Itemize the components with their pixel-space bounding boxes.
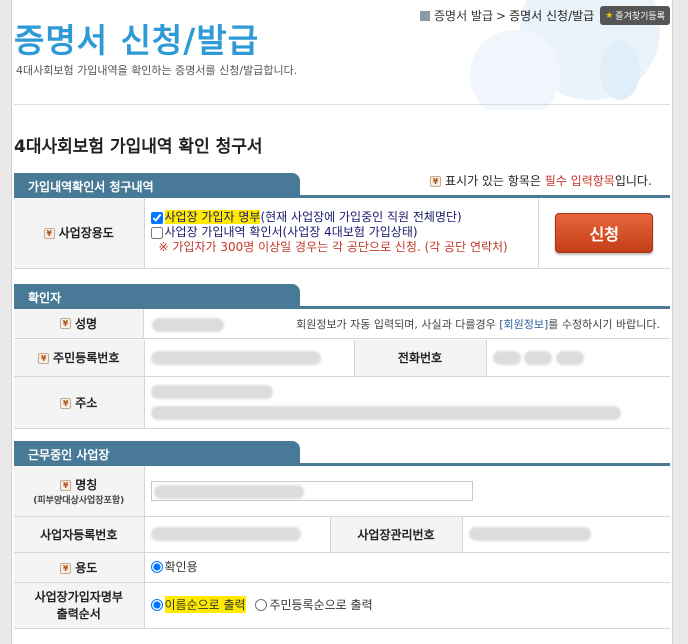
order-option-name[interactable]: 이름순으로 출력 bbox=[150, 596, 246, 614]
order-option1-label: 이름순으로 출력 bbox=[164, 596, 246, 614]
usage-option-confirm[interactable]: 확인용 bbox=[150, 558, 198, 575]
section-header-request: 가입내역확인서 청구내역 bbox=[14, 173, 300, 197]
order-rrn-radio[interactable] bbox=[255, 598, 268, 611]
star-icon: ★ bbox=[605, 10, 614, 21]
favorite-button[interactable]: ★ 즐겨찾기등록 bbox=[600, 6, 670, 25]
favorite-label: 즐겨찾기등록 bbox=[615, 12, 665, 22]
auto-note-suffix: 를 수정하시기 바랍니다. bbox=[548, 318, 660, 331]
name-label-cell: ¥ 성명 bbox=[14, 309, 144, 338]
request-table: ¥ 사업장용도 사업장 가입자 명부(현재 사업장에 가입중인 직원 전체명단) … bbox=[14, 198, 670, 269]
order-option2-label: 주민등록순으로 출력 bbox=[269, 598, 373, 613]
phone-value-cell bbox=[486, 340, 670, 377]
order-label-line1: 사업장가입자명부 bbox=[34, 590, 123, 604]
option1-highlight: 사업장 가입자 명부 bbox=[164, 210, 261, 225]
member-info-link[interactable]: [회원정보] bbox=[499, 318, 548, 331]
right-frame-border bbox=[672, 0, 688, 644]
zipcode-redacted bbox=[150, 385, 273, 399]
subscription-history-checkbox[interactable] bbox=[150, 226, 163, 239]
address-redacted bbox=[150, 405, 621, 420]
large-company-warning: ※ 가입자가 300명 이상일 경우는 각 공단으로 신청. (각 공단 연락처… bbox=[158, 240, 508, 255]
page-title: 증명서 신청/발급 bbox=[14, 21, 260, 60]
order-name-radio[interactable] bbox=[150, 598, 163, 611]
verifier-name-row: ¥ 성명 회원정보가 자동 입력되며, 사실과 다를경우 [회원정보]를 수정하시… bbox=[14, 309, 670, 339]
required-note: ¥ 표시가 있는 항목은 필수 입력항목입니다. bbox=[430, 172, 652, 189]
workplace-name-label: 명칭 bbox=[75, 477, 98, 492]
bizno-redacted bbox=[150, 527, 301, 542]
purpose-options-cell: 사업장 가입자 명부(현재 사업장에 가입중인 직원 전체명단) 사업장 가입내… bbox=[144, 198, 539, 269]
workplace-name-input[interactable] bbox=[150, 480, 473, 501]
breadcrumb-item-certificate[interactable]: 증명서 발급 bbox=[434, 7, 493, 24]
option1-rest: (현재 사업장에 가입중인 직원 전체명단) bbox=[260, 210, 462, 225]
divider bbox=[14, 104, 670, 105]
left-frame-border bbox=[0, 0, 12, 644]
mgmtno-redacted bbox=[468, 527, 591, 542]
rrn-label: 주민등록번호 bbox=[53, 351, 120, 366]
section-header-workplace: 근무중인 사업장 bbox=[14, 441, 300, 465]
bizno-label-cell: 사업자등록번호 bbox=[14, 516, 145, 553]
required-mark-icon: ¥ bbox=[59, 318, 71, 329]
required-mark-icon: ¥ bbox=[38, 353, 50, 365]
usage-options-cell: 확인용 bbox=[144, 552, 670, 583]
mgmtno-label-cell: 사업장관리번호 bbox=[330, 516, 463, 553]
apply-button[interactable]: 신청 bbox=[555, 212, 654, 253]
address-label: 주소 bbox=[75, 395, 98, 410]
usage-label: 용도 bbox=[75, 560, 98, 575]
workplace-name-redacted bbox=[153, 484, 304, 499]
option2-text: 사업장 가입내역 확인서(사업장 4대보험 가입상태) bbox=[164, 225, 418, 240]
purpose-label: 사업장용도 bbox=[58, 226, 114, 241]
order-option-rrn[interactable]: 주민등록순으로 출력 bbox=[255, 596, 373, 613]
address-label-cell: ¥ 주소 bbox=[14, 376, 145, 429]
breadcrumb: 증명서 발급 > 증명서 신청/발급 ★ 즐겨찾기등록 bbox=[420, 6, 670, 25]
required-note-highlight: 필수 입력항목 bbox=[544, 174, 615, 188]
required-note-suffix: 입니다. bbox=[614, 174, 652, 188]
required-mark-icon: ¥ bbox=[60, 562, 72, 574]
order-options-cell: 이름순으로 출력 주민등록순으로 출력 bbox=[144, 582, 670, 629]
bizno-label: 사업자등록번호 bbox=[40, 527, 118, 542]
phone-part2-redacted bbox=[524, 351, 553, 365]
order-label-cell: 사업장가입자명부 출력순서 bbox=[14, 582, 145, 629]
home-icon[interactable] bbox=[420, 10, 430, 21]
name-label: 성명 bbox=[74, 317, 98, 331]
rrn-value-redacted bbox=[150, 351, 321, 365]
purpose-label-cell: ¥ 사업장용도 bbox=[14, 198, 145, 269]
option-subscription-history: 사업장 가입내역 확인서(사업장 4대보험 가입상태) bbox=[150, 225, 532, 240]
breadcrumb-item-current: 증명서 신청/발급 bbox=[509, 9, 595, 23]
address-value-cell bbox=[144, 376, 670, 429]
usage-option-label: 확인용 bbox=[164, 560, 198, 575]
auto-fill-note: 회원정보가 자동 입력되며, 사실과 다를경우 [회원정보]를 수정하시기 바랍… bbox=[296, 316, 660, 332]
order-label-line2: 출력순서 bbox=[56, 607, 101, 621]
page-description: 4대사회보험 가입내역을 확인하는 증명서를 신청/발급합니다. bbox=[16, 64, 298, 77]
required-mark-icon: ¥ bbox=[430, 176, 441, 187]
required-mark-icon: ¥ bbox=[43, 228, 55, 240]
auto-note-prefix: 회원정보가 자동 입력되며, 사실과 다를경우 bbox=[296, 318, 500, 331]
mgmtno-label: 사업장관리번호 bbox=[357, 527, 435, 542]
workplace-name-input-cell bbox=[144, 466, 670, 517]
workplace-table: ¥ 명칭 (피부양대상사업장포함) 사업자등록번호 사업장관리번호 ¥ 용도 확인용… bbox=[14, 466, 670, 629]
name-value-redacted bbox=[152, 318, 224, 332]
usage-label-cell: ¥ 용도 bbox=[14, 552, 145, 583]
required-note-prefix: 표시가 있는 항목은 bbox=[445, 174, 545, 188]
workplace-name-sublabel: (피부양대상사업장포함) bbox=[33, 495, 125, 506]
usage-radio[interactable] bbox=[150, 560, 163, 573]
workplace-name-label-cell: ¥ 명칭 (피부양대상사업장포함) bbox=[14, 466, 145, 517]
required-mark-icon: ¥ bbox=[60, 397, 72, 409]
bizno-value-cell bbox=[144, 516, 331, 553]
rrn-label-cell: ¥ 주민등록번호 bbox=[14, 340, 145, 377]
mgmtno-value-cell bbox=[462, 516, 670, 553]
phone-part3-redacted bbox=[556, 351, 585, 365]
required-mark-icon: ¥ bbox=[60, 479, 72, 491]
rrn-value-cell bbox=[144, 340, 355, 377]
option-member-list: 사업장 가입자 명부(현재 사업장에 가입중인 직원 전체명단) bbox=[150, 210, 532, 225]
section-header-verifier: 확인자 bbox=[14, 284, 300, 308]
phone-label: 전화번호 bbox=[397, 351, 443, 366]
verifier-table: ¥ 주민등록번호 전화번호 ¥ 주소 bbox=[14, 340, 670, 429]
breadcrumb-separator: > bbox=[496, 8, 507, 23]
apply-cell: 신청 bbox=[538, 198, 670, 269]
phone-part1-redacted bbox=[492, 351, 521, 365]
form-title: 4대사회보험 가입내역 확인 청구서 bbox=[14, 137, 263, 157]
phone-label-cell: 전화번호 bbox=[354, 340, 487, 377]
member-list-checkbox[interactable] bbox=[150, 211, 163, 224]
